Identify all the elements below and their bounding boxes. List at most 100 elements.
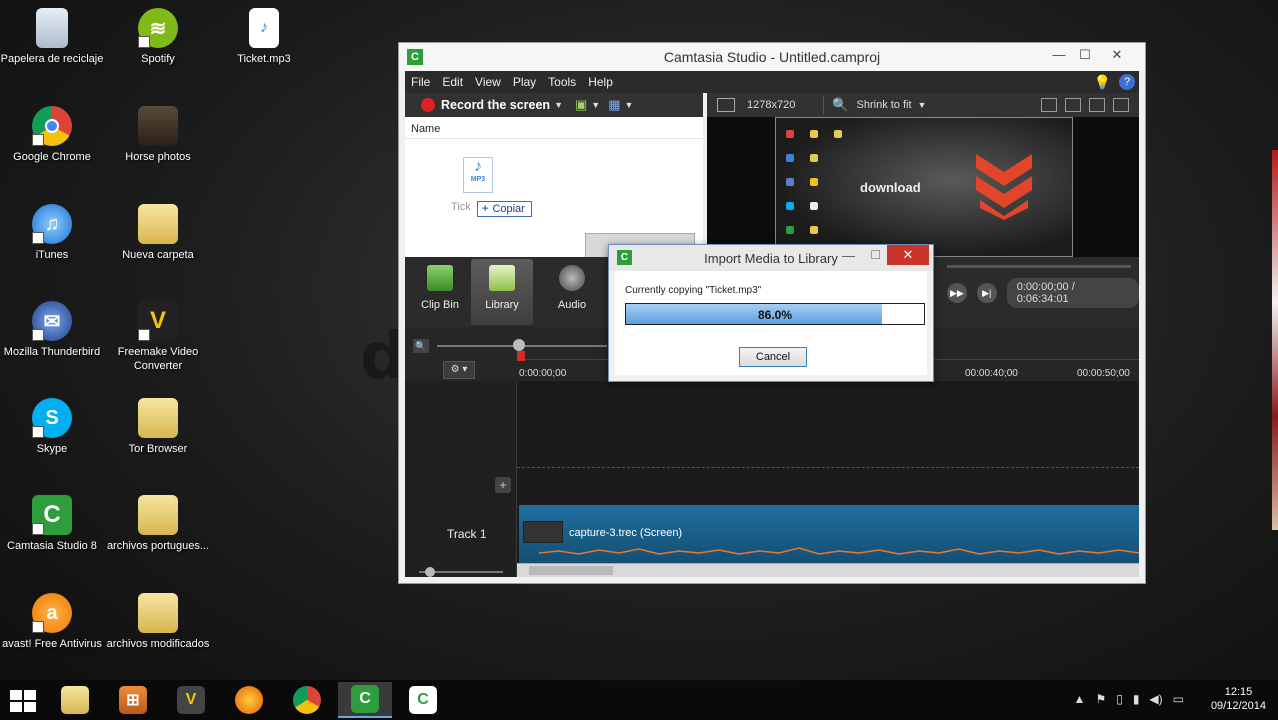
produce-share-icon[interactable]: ▦ (608, 97, 620, 113)
tab-library[interactable]: Library (471, 259, 533, 325)
spotify-icon: ≋ (138, 8, 178, 48)
menu-file[interactable]: File (405, 75, 436, 89)
recycle-bin-icon (36, 8, 68, 48)
window-title: Camtasia Studio - Untitled.camproj (663, 49, 881, 65)
folder-icon (138, 204, 178, 244)
preview-canvas[interactable]: download (775, 117, 1073, 257)
dialog-titlebar[interactable]: C Import Media to Library — ☐ ✕ (609, 245, 933, 271)
dimensions-icon[interactable] (717, 98, 735, 112)
avast-icon: a (32, 593, 72, 633)
camtasia-icon: C (351, 685, 379, 713)
system-tray: ▲ ⚑ ▯ ▮ ◀) ▭ (1074, 692, 1184, 706)
desktop-icon-label: Freemake Video Converter (117, 346, 199, 372)
detach-icon[interactable] (1089, 98, 1105, 112)
crop-icon[interactable] (1041, 98, 1057, 112)
desktop-icon-horse-photos[interactable]: Horse photos (106, 106, 210, 164)
taskbar-app-camtasia[interactable]: C (338, 682, 392, 718)
desktop-icon-nueva-carpeta[interactable]: Nueva carpeta (106, 204, 210, 262)
tab-audio[interactable]: Audio (541, 259, 603, 325)
folder-icon (138, 398, 178, 438)
network-icon[interactable]: ▮ (1133, 692, 1140, 706)
maximize-button: ☐ (870, 248, 881, 262)
zoom-slider-handle[interactable] (513, 339, 525, 351)
cancel-button[interactable]: Cancel (739, 347, 807, 367)
preview-toolbar: 1278x720 🔍 Shrink to fit ▼ (707, 93, 1139, 117)
chevron-down-icon[interactable]: ▼ (625, 100, 634, 110)
desktop-icon-itunes[interactable]: ♫ iTunes (0, 204, 104, 262)
track-height-slider[interactable] (419, 567, 503, 577)
desktop-icon-archivos-modificados[interactable]: archivos modificados (106, 593, 210, 651)
taskbar-app-firefox[interactable] (222, 682, 276, 718)
windows-start-icon[interactable] (10, 690, 36, 712)
tab-clip-bin[interactable]: Clip Bin (409, 259, 471, 325)
fullscreen-icon[interactable] (1113, 98, 1129, 112)
device-icon[interactable]: ▯ (1116, 692, 1123, 706)
minimize-button[interactable]: — (842, 248, 855, 263)
timeline-clip[interactable]: capture-3.trec (Screen) (519, 505, 1139, 563)
scrollbar-thumb[interactable] (529, 566, 613, 575)
close-button[interactable]: ✕ (887, 245, 929, 265)
menu-help[interactable]: Help (582, 75, 619, 89)
chevron-down-icon[interactable]: ▼ (554, 100, 563, 110)
dimensions-label[interactable]: 1278x720 (747, 99, 795, 111)
flag-icon[interactable]: ⚑ (1095, 692, 1106, 706)
system-clock[interactable]: 12:15 09/12/2014 (1211, 685, 1266, 713)
taskbar-app-chrome[interactable] (280, 682, 334, 718)
desktop-icon-freemake[interactable]: V Freemake Video Converter (106, 301, 210, 373)
search-icon[interactable]: 🔍 (413, 339, 429, 353)
add-track-button[interactable]: + (495, 477, 511, 493)
desktop-icon-camtasia[interactable]: C Camtasia Studio 8 (0, 495, 104, 553)
volume-icon[interactable]: ◀) (1149, 692, 1162, 706)
pan-hand-icon[interactable] (1065, 98, 1081, 112)
desktop-icon-avast[interactable]: a avast! Free Antivirus (0, 593, 104, 651)
taskbar-app-freemake[interactable]: V (164, 682, 218, 718)
keyboard-icon[interactable]: ▭ (1173, 692, 1184, 706)
clip-name: Tick (451, 201, 471, 213)
desktop-icon-ticket-mp3[interactable]: ♪ Ticket.mp3 (212, 8, 316, 66)
playhead-marker[interactable] (517, 351, 525, 361)
timeline-scrollbar[interactable] (517, 563, 1139, 577)
menu-view[interactable]: View (469, 75, 507, 89)
preview-seek-bar[interactable] (947, 265, 1131, 268)
mini-desktop-icon (834, 130, 842, 138)
slider-handle[interactable] (425, 567, 435, 577)
desktop-icon-label: archivos modificados (106, 638, 210, 650)
folder-icon (138, 495, 178, 535)
ruler-tick: 0:00:00;00 (519, 368, 567, 379)
next-icon[interactable]: ▶| (976, 283, 997, 303)
desktop-icon-chrome[interactable]: Google Chrome (0, 106, 104, 164)
window-titlebar[interactable]: C Camtasia Studio - Untitled.camproj — ☐… (399, 43, 1145, 71)
lightbulb-icon[interactable]: 💡 (1094, 74, 1111, 91)
maximize-button[interactable]: ☐ (1071, 45, 1099, 65)
chevron-down-icon[interactable]: ▼ (591, 100, 600, 110)
record-screen-button[interactable]: Record the screen (441, 98, 550, 112)
desktop-icon-skype[interactable]: S Skype (0, 398, 104, 456)
import-media-icon[interactable]: ▣ (575, 97, 587, 113)
zoom-dropdown[interactable]: Shrink to fit (857, 99, 912, 111)
mp3-file-icon[interactable]: ♪ MP3 (463, 157, 493, 193)
desktop-icon-label: Ticket.mp3 (237, 53, 291, 65)
menu-edit[interactable]: Edit (436, 75, 469, 89)
desktop-icon-thunderbird[interactable]: ✉ Mozilla Thunderbird (0, 301, 104, 359)
close-button[interactable]: ✕ (1103, 45, 1131, 65)
chrome-icon (32, 106, 72, 146)
desktop-icon-tor-browser[interactable]: Tor Browser (106, 398, 210, 456)
desktop-icon-archivos-portugues[interactable]: archivos portugues... (106, 495, 210, 553)
taskbar-app-installer[interactable]: ⊞ (106, 682, 160, 718)
fast-forward-icon[interactable]: ▶▶ (947, 283, 967, 303)
column-header-name[interactable]: Name (405, 117, 703, 139)
help-icon[interactable]: ? (1119, 74, 1135, 90)
gear-icon[interactable]: ⚙ ▾ (443, 361, 475, 379)
show-hidden-icons-icon[interactable]: ▲ (1074, 692, 1086, 706)
ruler-tick: 00:00:50;00 (1077, 368, 1130, 379)
menu-play[interactable]: Play (507, 75, 542, 89)
desktop-icon-recycle-bin[interactable]: Papelera de reciclaje (0, 8, 104, 66)
taskbar-app-camtasia-recorder[interactable]: C (396, 682, 450, 718)
audio-waveform (539, 547, 1139, 555)
chevron-down-icon[interactable]: ▼ (918, 100, 927, 110)
taskbar-app-file-explorer[interactable] (48, 682, 102, 718)
menu-tools[interactable]: Tools (542, 75, 582, 89)
minimize-button[interactable]: — (1045, 45, 1073, 65)
desktop-icon-spotify[interactable]: ≋ Spotify (106, 8, 210, 66)
preview-brand-text: download (860, 180, 921, 195)
